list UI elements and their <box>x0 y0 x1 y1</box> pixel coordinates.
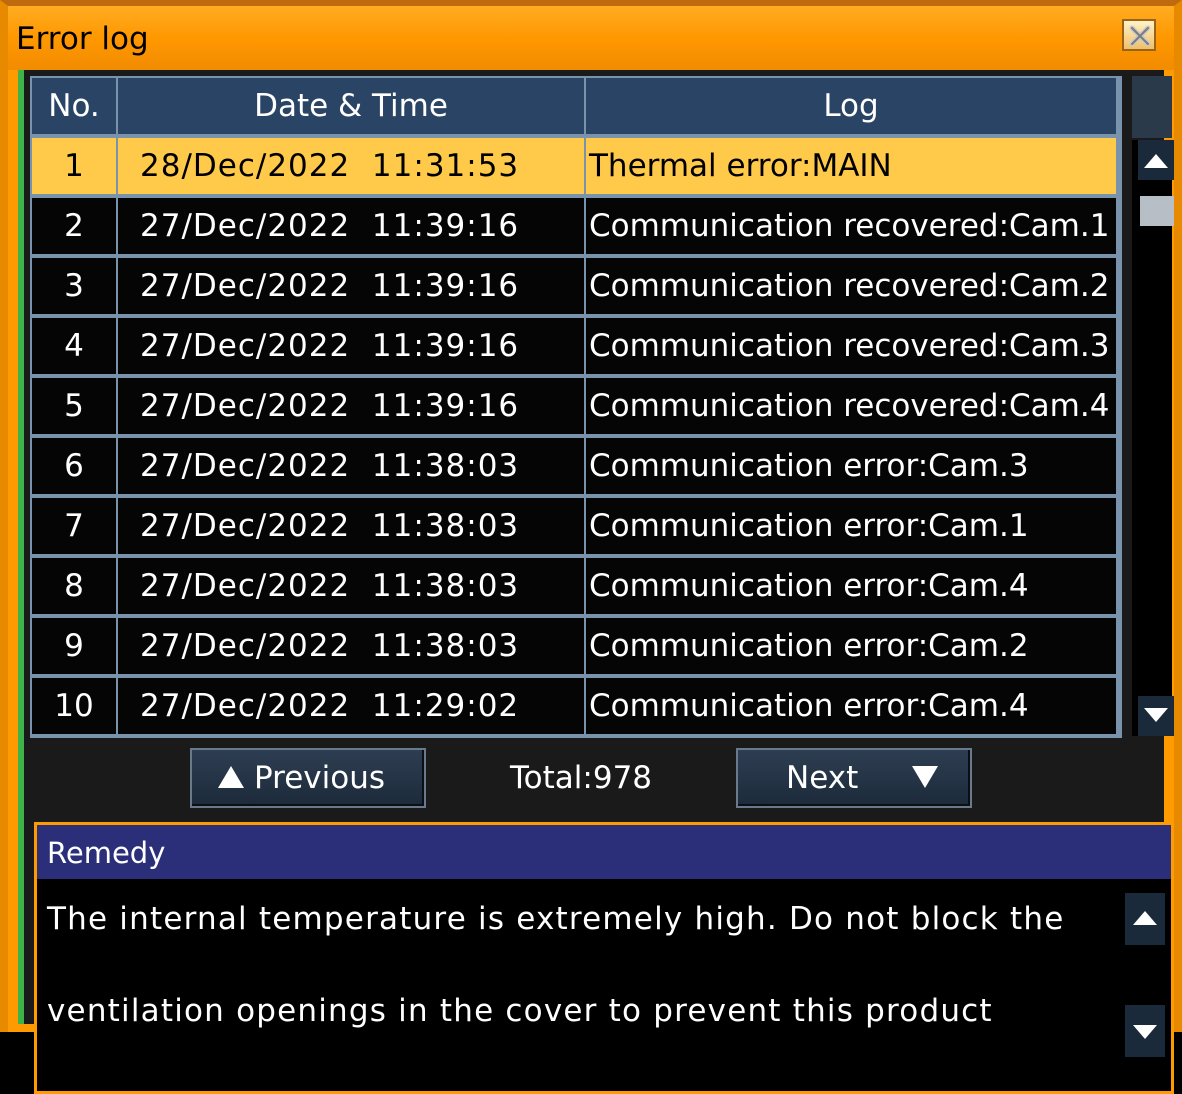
column-header-log: Log <box>586 78 1116 134</box>
close-button[interactable] <box>1122 19 1156 51</box>
log-table: No. Date & Time Log 1 28/Dec/2022 11:31:5… <box>30 76 1122 738</box>
cell-datetime: 27/Dec/2022 11:39:16 <box>118 258 584 314</box>
cell-no: 2 <box>32 198 116 254</box>
scrollbar-header-spacer <box>1132 76 1172 138</box>
cell-log: Communication recovered:Cam.2 <box>586 258 1116 314</box>
cell-log: Thermal error:MAIN <box>586 138 1116 194</box>
total-count: Total:978 <box>510 760 653 796</box>
title-bar: Error log <box>8 6 1174 70</box>
remedy-scroll-down-button[interactable] <box>1125 1005 1165 1057</box>
cell-datetime: 27/Dec/2022 11:38:03 <box>118 498 584 554</box>
triangle-down-icon <box>1144 708 1168 722</box>
cell-no: 9 <box>32 618 116 674</box>
cell-no: 10 <box>32 678 116 734</box>
next-button[interactable]: Next <box>736 748 972 808</box>
log-panel: No. Date & Time Log 1 28/Dec/2022 11:31:5… <box>18 70 1174 1094</box>
scroll-up-button[interactable] <box>1138 140 1174 180</box>
window-title: Error log <box>16 21 149 57</box>
cell-datetime: 27/Dec/2022 11:29:02 <box>118 678 584 734</box>
cell-log: Communication error:Cam.2 <box>586 618 1116 674</box>
triangle-down-icon <box>912 766 938 788</box>
scroll-down-button[interactable] <box>1138 696 1174 736</box>
cell-datetime: 28/Dec/2022 11:31:53 <box>118 138 584 194</box>
column-header-datetime: Date & Time <box>118 78 584 134</box>
cell-no: 1 <box>32 138 116 194</box>
remedy-heading: Remedy <box>37 825 1171 879</box>
cell-no: 7 <box>32 498 116 554</box>
scroll-thumb[interactable] <box>1140 196 1174 226</box>
cell-datetime: 27/Dec/2022 11:39:16 <box>118 318 584 374</box>
close-icon <box>1129 25 1151 47</box>
remedy-text-line-2: ventilation openings in the cover to pre… <box>47 993 993 1029</box>
column-header-no: No. <box>32 78 116 134</box>
cell-no: 8 <box>32 558 116 614</box>
remedy-scrollbar[interactable] <box>1125 881 1165 1087</box>
triangle-down-icon <box>1133 1025 1157 1039</box>
cell-datetime: 27/Dec/2022 11:38:03 <box>118 618 584 674</box>
cell-log: Communication recovered:Cam.4 <box>586 378 1116 434</box>
previous-label: Previous <box>254 760 386 796</box>
cell-log: Communication error:Cam.1 <box>586 498 1116 554</box>
triangle-up-icon <box>1144 154 1168 168</box>
triangle-up-icon <box>218 766 244 788</box>
cell-no: 4 <box>32 318 116 374</box>
previous-button[interactable]: Previous <box>190 748 426 808</box>
cell-datetime: 27/Dec/2022 11:38:03 <box>118 558 584 614</box>
cell-no: 5 <box>32 378 116 434</box>
cell-log: Communication error:Cam.4 <box>586 678 1116 734</box>
remedy-text-line-1: The internal temperature is extremely hi… <box>47 901 1065 937</box>
log-scrollbar[interactable] <box>1132 140 1174 736</box>
cell-log: Communication recovered:Cam.3 <box>586 318 1116 374</box>
remedy-panel: Remedy The internal temperature is extre… <box>34 822 1174 1094</box>
cell-log: Communication error:Cam.3 <box>586 438 1116 494</box>
cell-datetime: 27/Dec/2022 11:39:16 <box>118 378 584 434</box>
cell-datetime: 27/Dec/2022 11:39:16 <box>118 198 584 254</box>
next-label: Next <box>786 760 859 796</box>
cell-no: 6 <box>32 438 116 494</box>
triangle-up-icon <box>1133 911 1157 925</box>
remedy-scroll-up-button[interactable] <box>1125 893 1165 945</box>
cell-datetime: 27/Dec/2022 11:38:03 <box>118 438 584 494</box>
cell-log: Communication recovered:Cam.1 <box>586 198 1116 254</box>
cell-log: Communication error:Cam.4 <box>586 558 1116 614</box>
error-log-window: Error log No. Date & Time Log 1 28/Dec/20… <box>0 0 1182 1094</box>
cell-no: 3 <box>32 258 116 314</box>
